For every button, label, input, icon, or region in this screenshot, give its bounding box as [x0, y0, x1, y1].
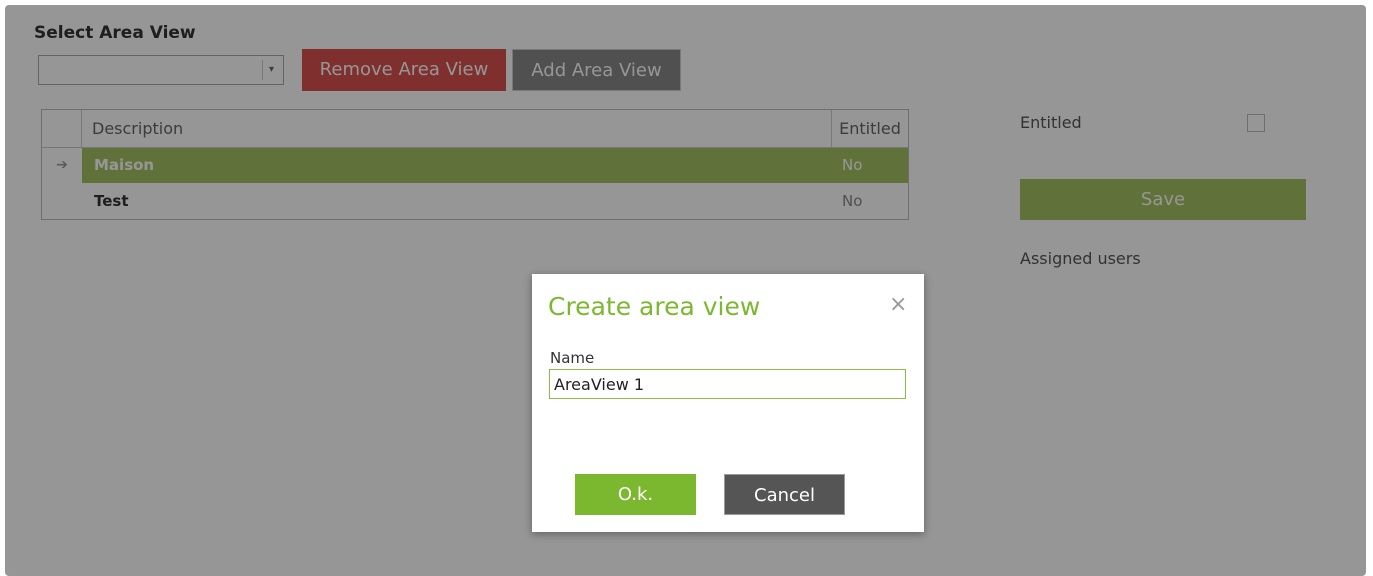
- name-input[interactable]: [549, 369, 906, 399]
- area-view-page: Select Area View ▾ Remove Area View Add …: [5, 5, 1366, 576]
- name-label: Name: [550, 349, 595, 367]
- dialog-title: Create area view: [548, 292, 761, 321]
- close-icon[interactable]: ×: [889, 292, 907, 317]
- cancel-button[interactable]: Cancel: [724, 474, 845, 515]
- create-area-view-dialog: Create area view × Name O.k. Cancel: [532, 274, 924, 532]
- ok-button[interactable]: O.k.: [575, 474, 696, 515]
